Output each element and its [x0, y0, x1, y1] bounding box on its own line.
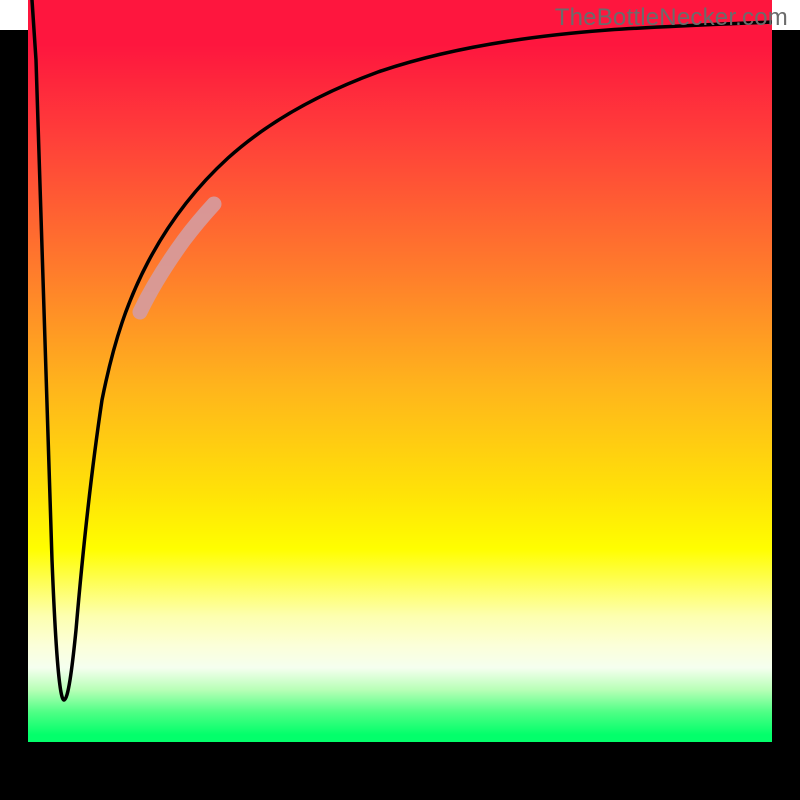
watermark-text: TheBottleNecker.com [555, 4, 788, 32]
curve-line [32, 0, 772, 700]
curve-svg [28, 0, 772, 742]
chart-container: TheBottleNecker.com [0, 0, 800, 800]
plot-area [28, 0, 772, 742]
